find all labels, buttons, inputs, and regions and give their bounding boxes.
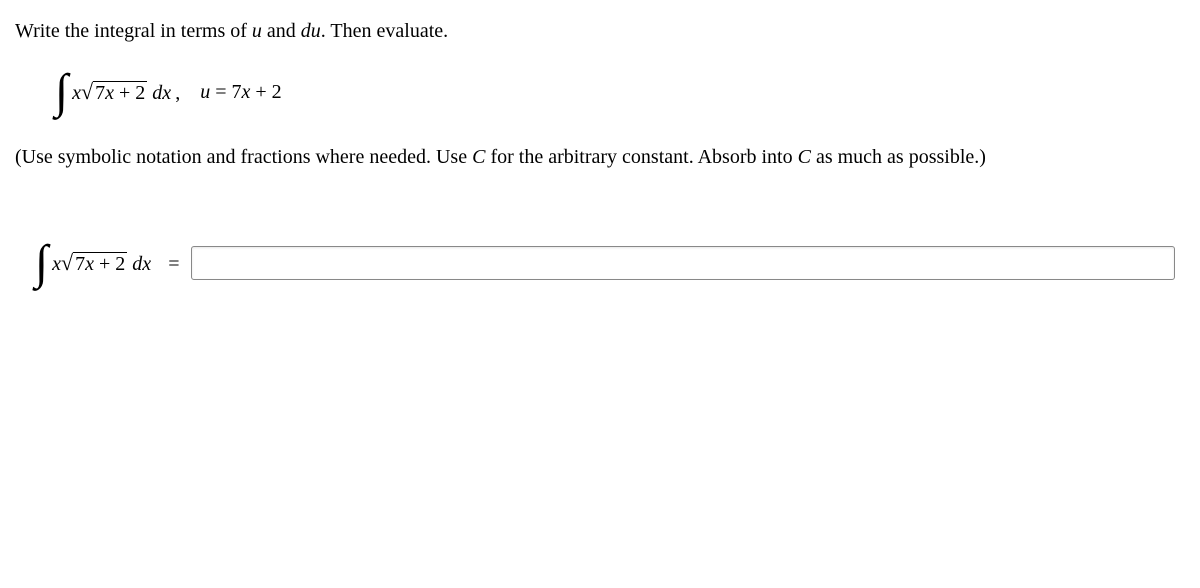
note-c1: C: [472, 146, 485, 168]
integral-sign-icon: ∫: [55, 68, 68, 116]
sub-rhs-plus: + 2: [250, 81, 281, 103]
note-mid: for the arbitrary constant. Absorb into: [485, 146, 797, 168]
note-prefix: (Use symbolic notation and fractions whe…: [15, 146, 472, 168]
answer-sqrt-var: x: [85, 253, 94, 275]
sqrt-icon: √: [61, 250, 73, 276]
sqrt-icon: √: [81, 79, 93, 105]
instruction-prefix: Write the integral in terms of: [15, 20, 252, 42]
sqrt-expression: √7x + 2: [61, 250, 127, 276]
note-suffix: as much as possible.): [811, 146, 986, 168]
var-u: u: [252, 20, 262, 42]
dx: dx: [147, 82, 171, 104]
answer-sqrt-coeff: 7: [75, 253, 85, 275]
comma: ,: [175, 82, 180, 104]
answer-row: ∫ x√7x + 2 dx =: [35, 239, 1185, 287]
answer-dx: dx: [127, 253, 151, 275]
answer-input[interactable]: [191, 246, 1175, 280]
note-c2: C: [798, 146, 811, 168]
sqrt-var: x: [105, 82, 114, 104]
instruction-suffix: . Then evaluate.: [321, 20, 448, 42]
instruction-mid: and: [262, 20, 301, 42]
note-text: (Use symbolic notation and fractions whe…: [15, 146, 1185, 169]
integrand-x: x: [72, 82, 81, 104]
sub-lhs: u: [200, 81, 210, 103]
integral-sign-icon: ∫: [35, 239, 48, 287]
sqrt-expression: √7x + 2: [81, 79, 147, 105]
equals-sign: =: [163, 253, 179, 275]
sqrt-coeff: 7: [95, 82, 105, 104]
answer-sqrt-plus: + 2: [94, 253, 125, 275]
sub-rhs-coeff: 7: [231, 81, 241, 103]
sqrt-plus: + 2: [114, 82, 145, 104]
answer-integrand-x: x: [52, 253, 61, 275]
instruction-text: Write the integral in terms of u and du.…: [15, 20, 1185, 43]
sub-eq: =: [210, 81, 231, 103]
integral-definition: ∫ x√7x + 2 dx, u = 7x + 2: [55, 68, 1185, 116]
var-du: du: [301, 20, 321, 42]
